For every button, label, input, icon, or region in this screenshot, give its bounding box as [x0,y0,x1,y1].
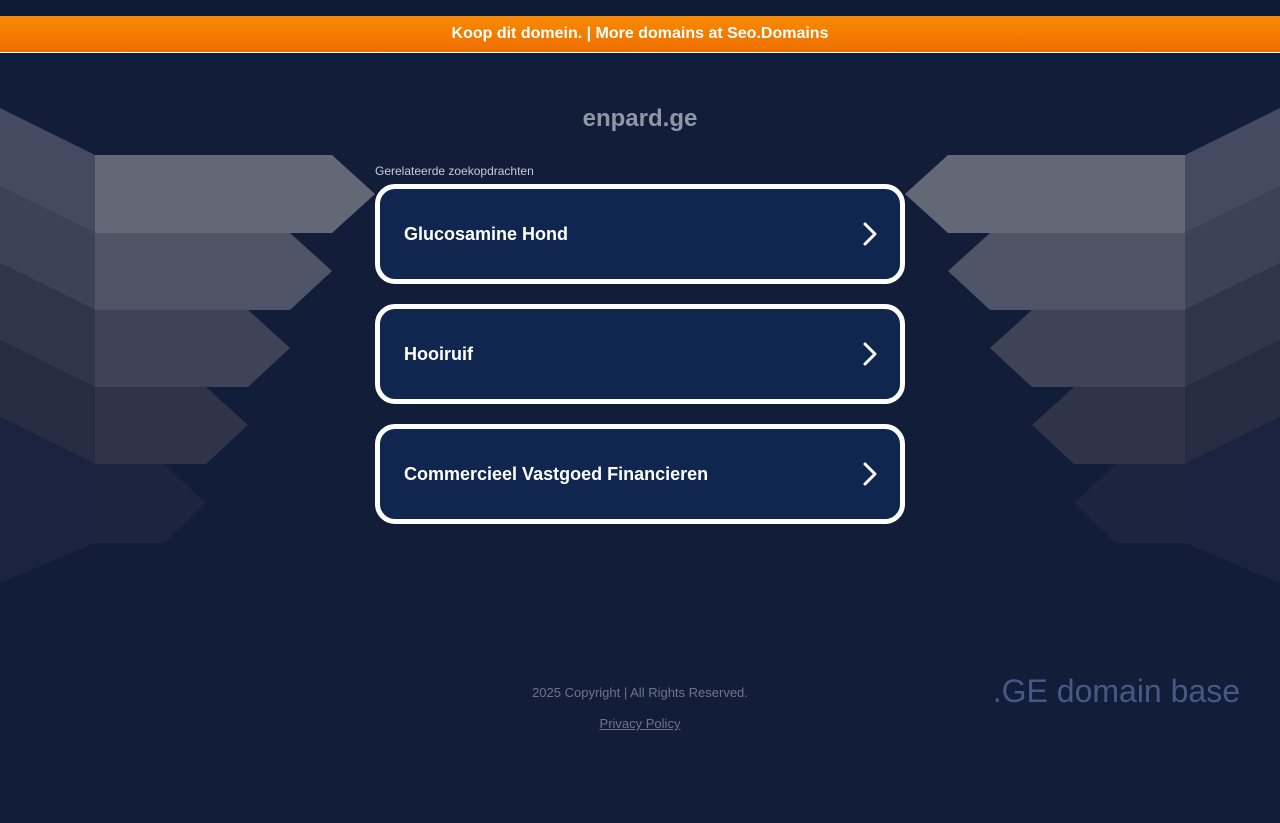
related-link-commercieel-vastgoed-financieren[interactable]: Commercieel Vastgoed Financieren [375,424,905,524]
banner-text: Koop dit domein. | More domains at Seo.D… [451,25,829,42]
privacy-policy-wrapper: Privacy Policy [0,715,1280,733]
related-link-glucosamine-hond[interactable]: Glucosamine Hond [375,184,905,284]
related-link-hooiruif[interactable]: Hooiruif [375,304,905,404]
related-link-label: Glucosamine Hond [404,223,569,244]
ge-domain-base-logo: .GE domain base [992,673,1240,709]
chevron-right-icon [863,342,877,366]
buy-domain-banner[interactable]: Koop dit domein. | More domains at Seo.D… [0,16,1280,53]
domain-title: enpard.ge [582,105,698,132]
page: Koop dit domein. | More domains at Seo.D… [0,0,1280,823]
related-link-label: Hooiruif [404,343,473,364]
chevron-right-icon [863,222,877,246]
left-arrows [0,108,375,583]
right-arrows [905,108,1280,583]
related-searches-label: Gerelateerde zoekopdrachten [375,164,534,178]
related-link-label: Commercieel Vastgoed Financieren [404,463,709,484]
chevron-right-icon [863,462,877,486]
privacy-policy-link[interactable]: Privacy Policy [600,716,681,731]
top-strip [0,0,1280,16]
